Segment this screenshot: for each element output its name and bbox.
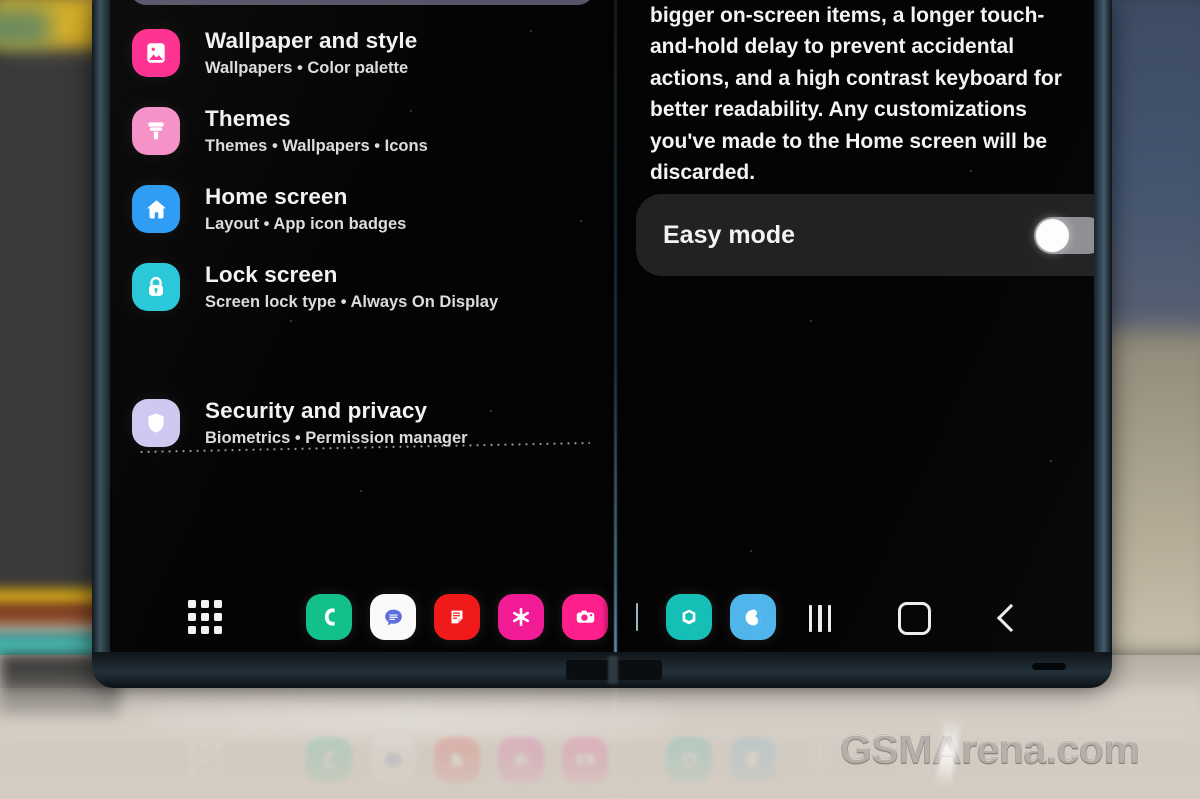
list-item-home-screen[interactable]: Home screen Layout • App icon badges [110, 170, 614, 248]
settings-list: Wallpaper and style Wallpapers • Color p… [110, 14, 614, 462]
list-item-text: Security and privacy Biometrics • Permis… [205, 398, 468, 447]
list-item-subtitle: Layout • App icon badges [205, 214, 407, 233]
list-item-text: Wallpaper and style Wallpapers • Color p… [205, 28, 418, 77]
back-icon [996, 603, 1026, 633]
easy-mode-switch[interactable] [1034, 216, 1094, 254]
screenshot-scene: Wallpaper and style Wallpapers • Color p… [0, 0, 1200, 799]
galaxy-store-app-icon[interactable] [498, 594, 544, 640]
padlock-icon [132, 263, 180, 311]
messages-app-icon[interactable] [370, 594, 416, 640]
list-item-text: Lock screen Screen lock type • Always On… [205, 262, 499, 311]
hinge-gap [608, 656, 618, 684]
taskbar [110, 586, 1094, 658]
list-item-subtitle: Screen lock type • Always On Display [205, 292, 499, 311]
list-item-subtitle: Wallpapers • Color palette [205, 58, 409, 77]
phone-screen: Wallpaper and style Wallpapers • Color p… [110, 0, 1094, 658]
watermark: GSMArena.com [840, 726, 1140, 773]
list-item-title: Lock screen [205, 262, 338, 288]
easy-mode-toggle-row[interactable]: Easy mode [636, 194, 1094, 276]
home-icon [897, 601, 931, 635]
back-button[interactable] [988, 598, 1028, 638]
wallpaper-icon [132, 29, 180, 77]
fold-crease [614, 0, 617, 658]
list-item-lock-screen[interactable]: Lock screen Screen lock type • Always On… [110, 248, 614, 326]
list-item-title: Themes [205, 106, 291, 132]
list-item-themes[interactable]: Themes Themes • Wallpapers • Icons [110, 92, 614, 170]
easy-mode-description: Use a simple Home screen layout with big… [650, 3, 1062, 185]
list-item-subtitle: Themes • Wallpapers • Icons [205, 136, 428, 155]
phone-frame-right [1094, 0, 1112, 680]
list-item-wallpaper-and-style[interactable]: Wallpaper and style Wallpapers • Color p… [110, 14, 614, 92]
background-green-object [0, 8, 50, 48]
recents-icon [808, 604, 832, 632]
smart-switch-app-icon[interactable] [434, 594, 480, 640]
home-button[interactable] [894, 598, 934, 638]
settings-list-pane: Wallpaper and style Wallpapers • Color p… [110, 0, 614, 600]
taskbar-separator [636, 603, 638, 631]
bottom-speaker-grille [1032, 663, 1066, 670]
recents-button[interactable] [800, 598, 840, 638]
easy-mode-detail-pane: Use a simple Home screen layout with big… [630, 0, 1094, 600]
easy-mode-label: Easy mode [663, 220, 796, 249]
house-icon [132, 185, 180, 233]
navigation-bar [800, 598, 1028, 638]
phone-frame-left [92, 0, 110, 680]
shield-icon [132, 399, 180, 447]
camera-app-icon[interactable] [562, 594, 608, 640]
list-item-title: Wallpaper and style [205, 28, 418, 54]
list-item-text: Themes Themes • Wallpapers • Icons [205, 106, 428, 155]
list-gap [110, 326, 614, 384]
switch-knob [1036, 218, 1069, 252]
selected-list-item-partial[interactable] [130, 0, 594, 5]
list-item-text: Home screen Layout • App icon badges [205, 184, 407, 233]
taskbar-app-icons [306, 594, 776, 640]
paintbrush-icon [132, 107, 180, 155]
apps-grid-icon[interactable] [188, 600, 222, 634]
table-highlight [150, 700, 670, 740]
list-item-title: Home screen [205, 184, 348, 210]
smartthings-app-icon[interactable] [666, 594, 712, 640]
list-item-title: Security and privacy [205, 398, 428, 424]
bixby-app-icon[interactable] [730, 594, 776, 640]
phone-app-icon[interactable] [306, 594, 352, 640]
